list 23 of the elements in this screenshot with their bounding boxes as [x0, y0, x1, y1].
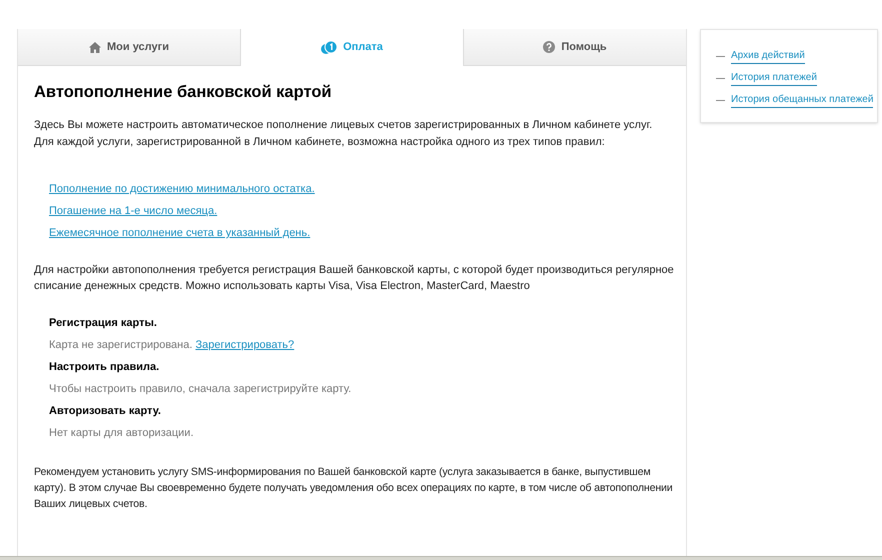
paragraph: Для настройки автопополнения требуется регистрация Вашей банковской карты, с которой будет производиться регулярное списание денежных средств. Можно использовать карты Visa, Visa Electron, MasterCard, Maestro — [34, 263, 674, 294]
tab[interactable]: Помощь — [463, 29, 686, 66]
step-status: Чтобы настроить правило, сначала зарегистрируйте карту. — [49, 382, 352, 396]
step-heading: Авторизовать карту. — [49, 404, 162, 418]
sidebar-link[interactable]: История платежей — [731, 70, 817, 86]
rule-link[interactable]: Ежемесячное пополнение счета в указанный день. — [49, 226, 310, 240]
step-status: Карта не зарегистрирована. Зарегистрировать? — [49, 338, 296, 352]
step-heading: Регистрация карты. — [49, 316, 158, 330]
coins-icon — [321, 40, 338, 54]
rule-link[interactable]: Погашение на 1-е число месяца. — [49, 204, 218, 218]
help-icon — [543, 41, 556, 53]
paragraph: Здесь Вы можете настроить автоматическое пополнение лицевых счетов зарегистрированных в Личном кабинете услуг. — [34, 118, 654, 132]
tab[interactable]: Мои услуги — [18, 29, 241, 66]
step-heading: Настроить правила. — [49, 360, 160, 374]
sidebar-link[interactable]: История обещанных платежей — [731, 92, 874, 108]
rule-link[interactable]: Пополнение по достижению минимального остатка. — [49, 182, 315, 196]
paragraph: Для каждой услуги, зарегистрированной в Личном кабинете, возможна настройка одного из трех типов правил: — [34, 135, 606, 149]
home-icon — [89, 42, 102, 52]
register-link[interactable]: Зарегистрировать? — [195, 339, 294, 351]
sidebar-link[interactable]: Архив действий — [731, 48, 805, 64]
paragraph: Рекомендуем установить услугу SMS-информирования по Вашей банковской карте (услуга заказывается в банке, выпустившем карту). В этом случае Вы своевременно будете получать уведомления обо всех операциях по карте, в том числе об автопополнении Ваших лицевых счетов. — [34, 465, 674, 512]
page-title: Автопополнение банковской картой — [34, 82, 333, 102]
step-status: Нет карты для авторизации. — [49, 426, 195, 440]
